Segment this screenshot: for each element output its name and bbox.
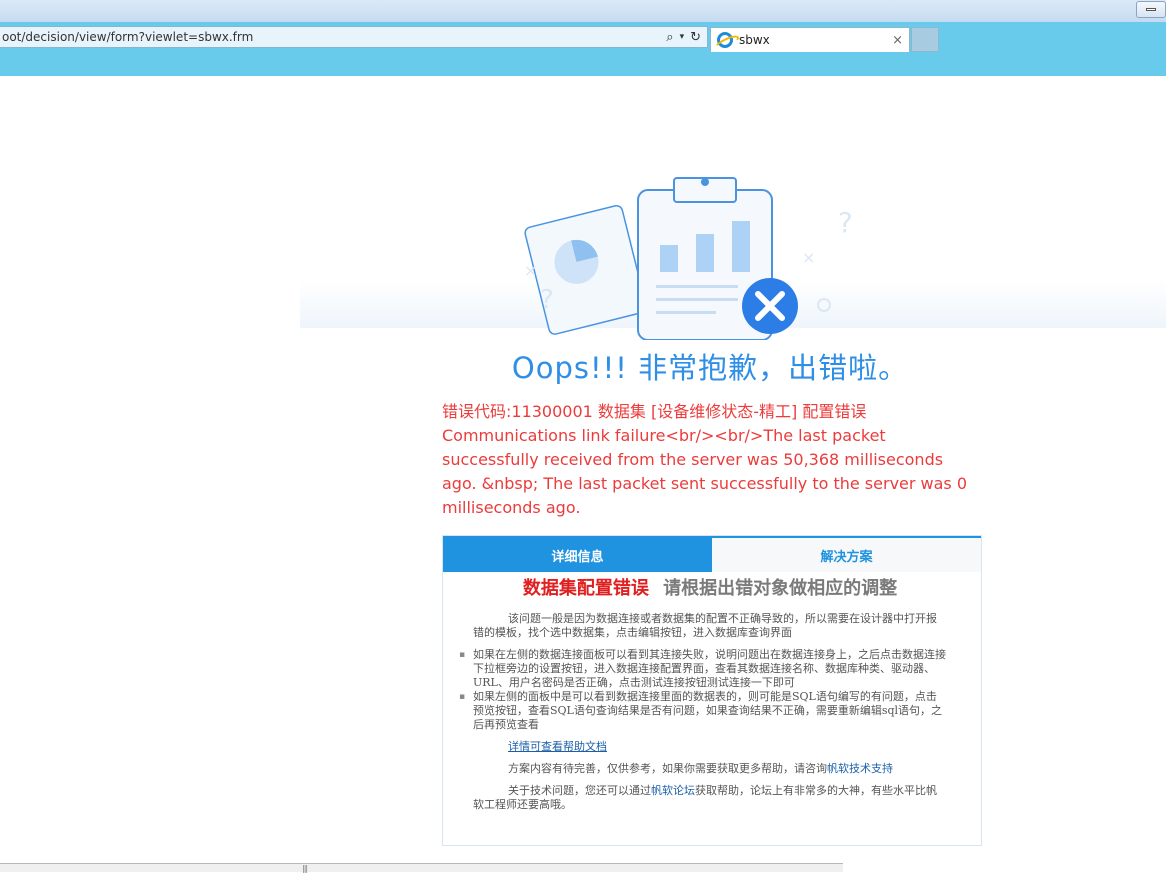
error-info-panel: 详细信息 解决方案 数据集配置错误 请根据出错对象做相应的调整 该问题一般是因为… [442,535,982,846]
address-actions: ⌕ ▾ ↻ [666,30,707,45]
cross-mark-icon: × [524,261,537,280]
list-item: 如果在左侧的数据连接面板可以看到其连接失败，说明问题出在数据连接身上，之后点击数… [459,648,947,690]
forum-text-pre: 关于技术问题，您还可以通过 [508,784,651,797]
list-item: 如果左侧的面板中是可以看到数据连接里面的数据表的，则可能是SQL语句编写的有问题… [459,690,947,732]
window-controls [1136,1,1166,18]
forum-link[interactable]: 帆软论坛 [651,784,695,797]
browser-tab-sbwx[interactable]: sbwx × [710,27,910,52]
url-text[interactable]: oot/decision/view/form?viewlet=sbwx.frm [0,30,666,44]
tab-close-icon[interactable]: × [892,33,909,48]
cross-mark-icon: × [802,248,815,267]
solution-list: 如果在左侧的数据连接面板可以看到其连接失败，说明问题出在数据连接身上，之后点击数… [459,648,947,732]
horizontal-scrollbar[interactable] [0,863,843,872]
error-detail-line: Communications link failure<br/><br/>The… [442,426,968,517]
address-bar[interactable]: oot/decision/view/form?viewlet=sbwx.frm … [0,26,708,48]
support-paragraph: 方案内容有待完善，仅供参考，如果你需要获取更多帮助，请咨询帆软技术支持 [473,762,947,776]
refresh-icon[interactable]: ↻ [690,30,701,45]
headline-hint: 请根据出错对象做相应的调整 [663,578,898,599]
support-link[interactable]: 帆软技术支持 [827,762,893,775]
panel-tabs: 详细信息 解决方案 [443,536,981,572]
tab-details[interactable]: 详细信息 [443,538,712,572]
question-mark-icon: ? [838,206,853,239]
forum-paragraph: 关于技术问题，您还可以通过帆软论坛获取帮助，论坛上有非常多的大神，有些水平比帆软… [473,784,947,812]
window-title-bar [0,0,1166,22]
error-code-line: 错误代码:11300001 数据集 [设备维修状态-精工] 配置错误 [442,402,867,421]
tab-solution[interactable]: 解决方案 [712,538,981,572]
question-mark-icon: ? [540,285,554,315]
intro-paragraph: 该问题一般是因为数据连接或者数据集的配置不正确导致的，所以需要在设计器中打开报错… [473,612,937,639]
error-illustration-svg: ? ? × × [300,177,1166,340]
new-tab-button[interactable] [911,27,939,52]
error-illustration: ? ? × × [0,160,1166,340]
ie-icon [717,32,733,48]
error-title: Oops!!! 非常抱歉，出错啦。 [511,351,909,385]
help-doc-link[interactable]: 详情可查看帮助文档 [508,740,947,754]
search-icon[interactable]: ⌕ [666,30,673,45]
minimize-icon [1146,8,1156,11]
panel-headline: 数据集配置错误 请根据出错对象做相应的调整 [473,580,947,598]
minimize-button[interactable] [1136,1,1166,18]
panel-body: 数据集配置错误 请根据出错对象做相应的调整 该问题一般是因为数据连接或者数据集的… [443,572,981,812]
tab-title: sbwx [739,33,770,47]
headline-error-type: 数据集配置错误 [522,578,649,599]
support-text: 方案内容有待完善，仅供参考，如果你需要获取更多帮助，请咨询 [508,762,827,775]
error-message: 错误代码:11300001 数据集 [设备维修状态-精工] 配置错误 Commu… [442,400,982,520]
dropdown-arrow-icon[interactable]: ▾ [680,32,685,42]
